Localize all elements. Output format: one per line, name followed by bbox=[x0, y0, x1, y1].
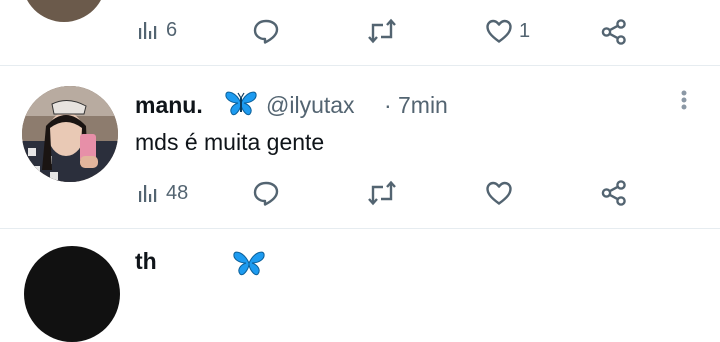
retweet-button[interactable] bbox=[367, 180, 397, 206]
share-icon bbox=[601, 19, 626, 45]
more-options-button[interactable] bbox=[674, 88, 694, 118]
next-tweet-avatar[interactable] bbox=[24, 246, 120, 342]
more-icon bbox=[681, 90, 687, 110]
share-icon bbox=[601, 180, 626, 206]
butterfly-emoji-icon bbox=[225, 91, 257, 116]
top-views-button[interactable]: 6 bbox=[136, 18, 177, 42]
share-button[interactable] bbox=[600, 179, 628, 207]
divider-top bbox=[0, 65, 720, 66]
top-reply-button[interactable] bbox=[252, 18, 280, 44]
like-button[interactable] bbox=[485, 180, 513, 206]
like-icon bbox=[486, 181, 512, 205]
tweet-handle[interactable]: @ilyutax bbox=[266, 92, 355, 119]
previous-tweet-avatar[interactable] bbox=[22, 0, 106, 22]
tweet-avatar[interactable] bbox=[22, 86, 118, 182]
like-icon bbox=[486, 19, 512, 43]
views-count: 48 bbox=[166, 181, 189, 204]
meta-separator: · bbox=[384, 92, 392, 118]
next-tweet-partial-name[interactable]: th bbox=[135, 248, 157, 275]
top-views-count: 6 bbox=[166, 18, 178, 41]
top-likes-count: 1 bbox=[519, 19, 531, 42]
retweet-icon bbox=[368, 18, 396, 44]
reply-icon bbox=[253, 181, 279, 206]
views-icon bbox=[139, 22, 157, 39]
top-share-button[interactable] bbox=[600, 18, 628, 46]
views-button[interactable]: 48 bbox=[136, 181, 188, 205]
retweet-icon bbox=[368, 180, 396, 206]
tweet-time[interactable]: 7min bbox=[398, 92, 448, 119]
reply-icon bbox=[253, 19, 279, 44]
views-icon bbox=[139, 185, 157, 202]
top-like-button[interactable]: 1 bbox=[485, 18, 530, 44]
tweet-display-name[interactable]: manu. bbox=[135, 92, 203, 119]
tweet-text: mds é muita gente bbox=[135, 129, 325, 155]
next-butterfly-emoji-icon bbox=[233, 251, 265, 276]
reply-button[interactable] bbox=[252, 180, 280, 206]
divider-bottom bbox=[0, 228, 720, 229]
top-retweet-button[interactable] bbox=[367, 18, 397, 44]
avatar-photo bbox=[22, 86, 118, 182]
